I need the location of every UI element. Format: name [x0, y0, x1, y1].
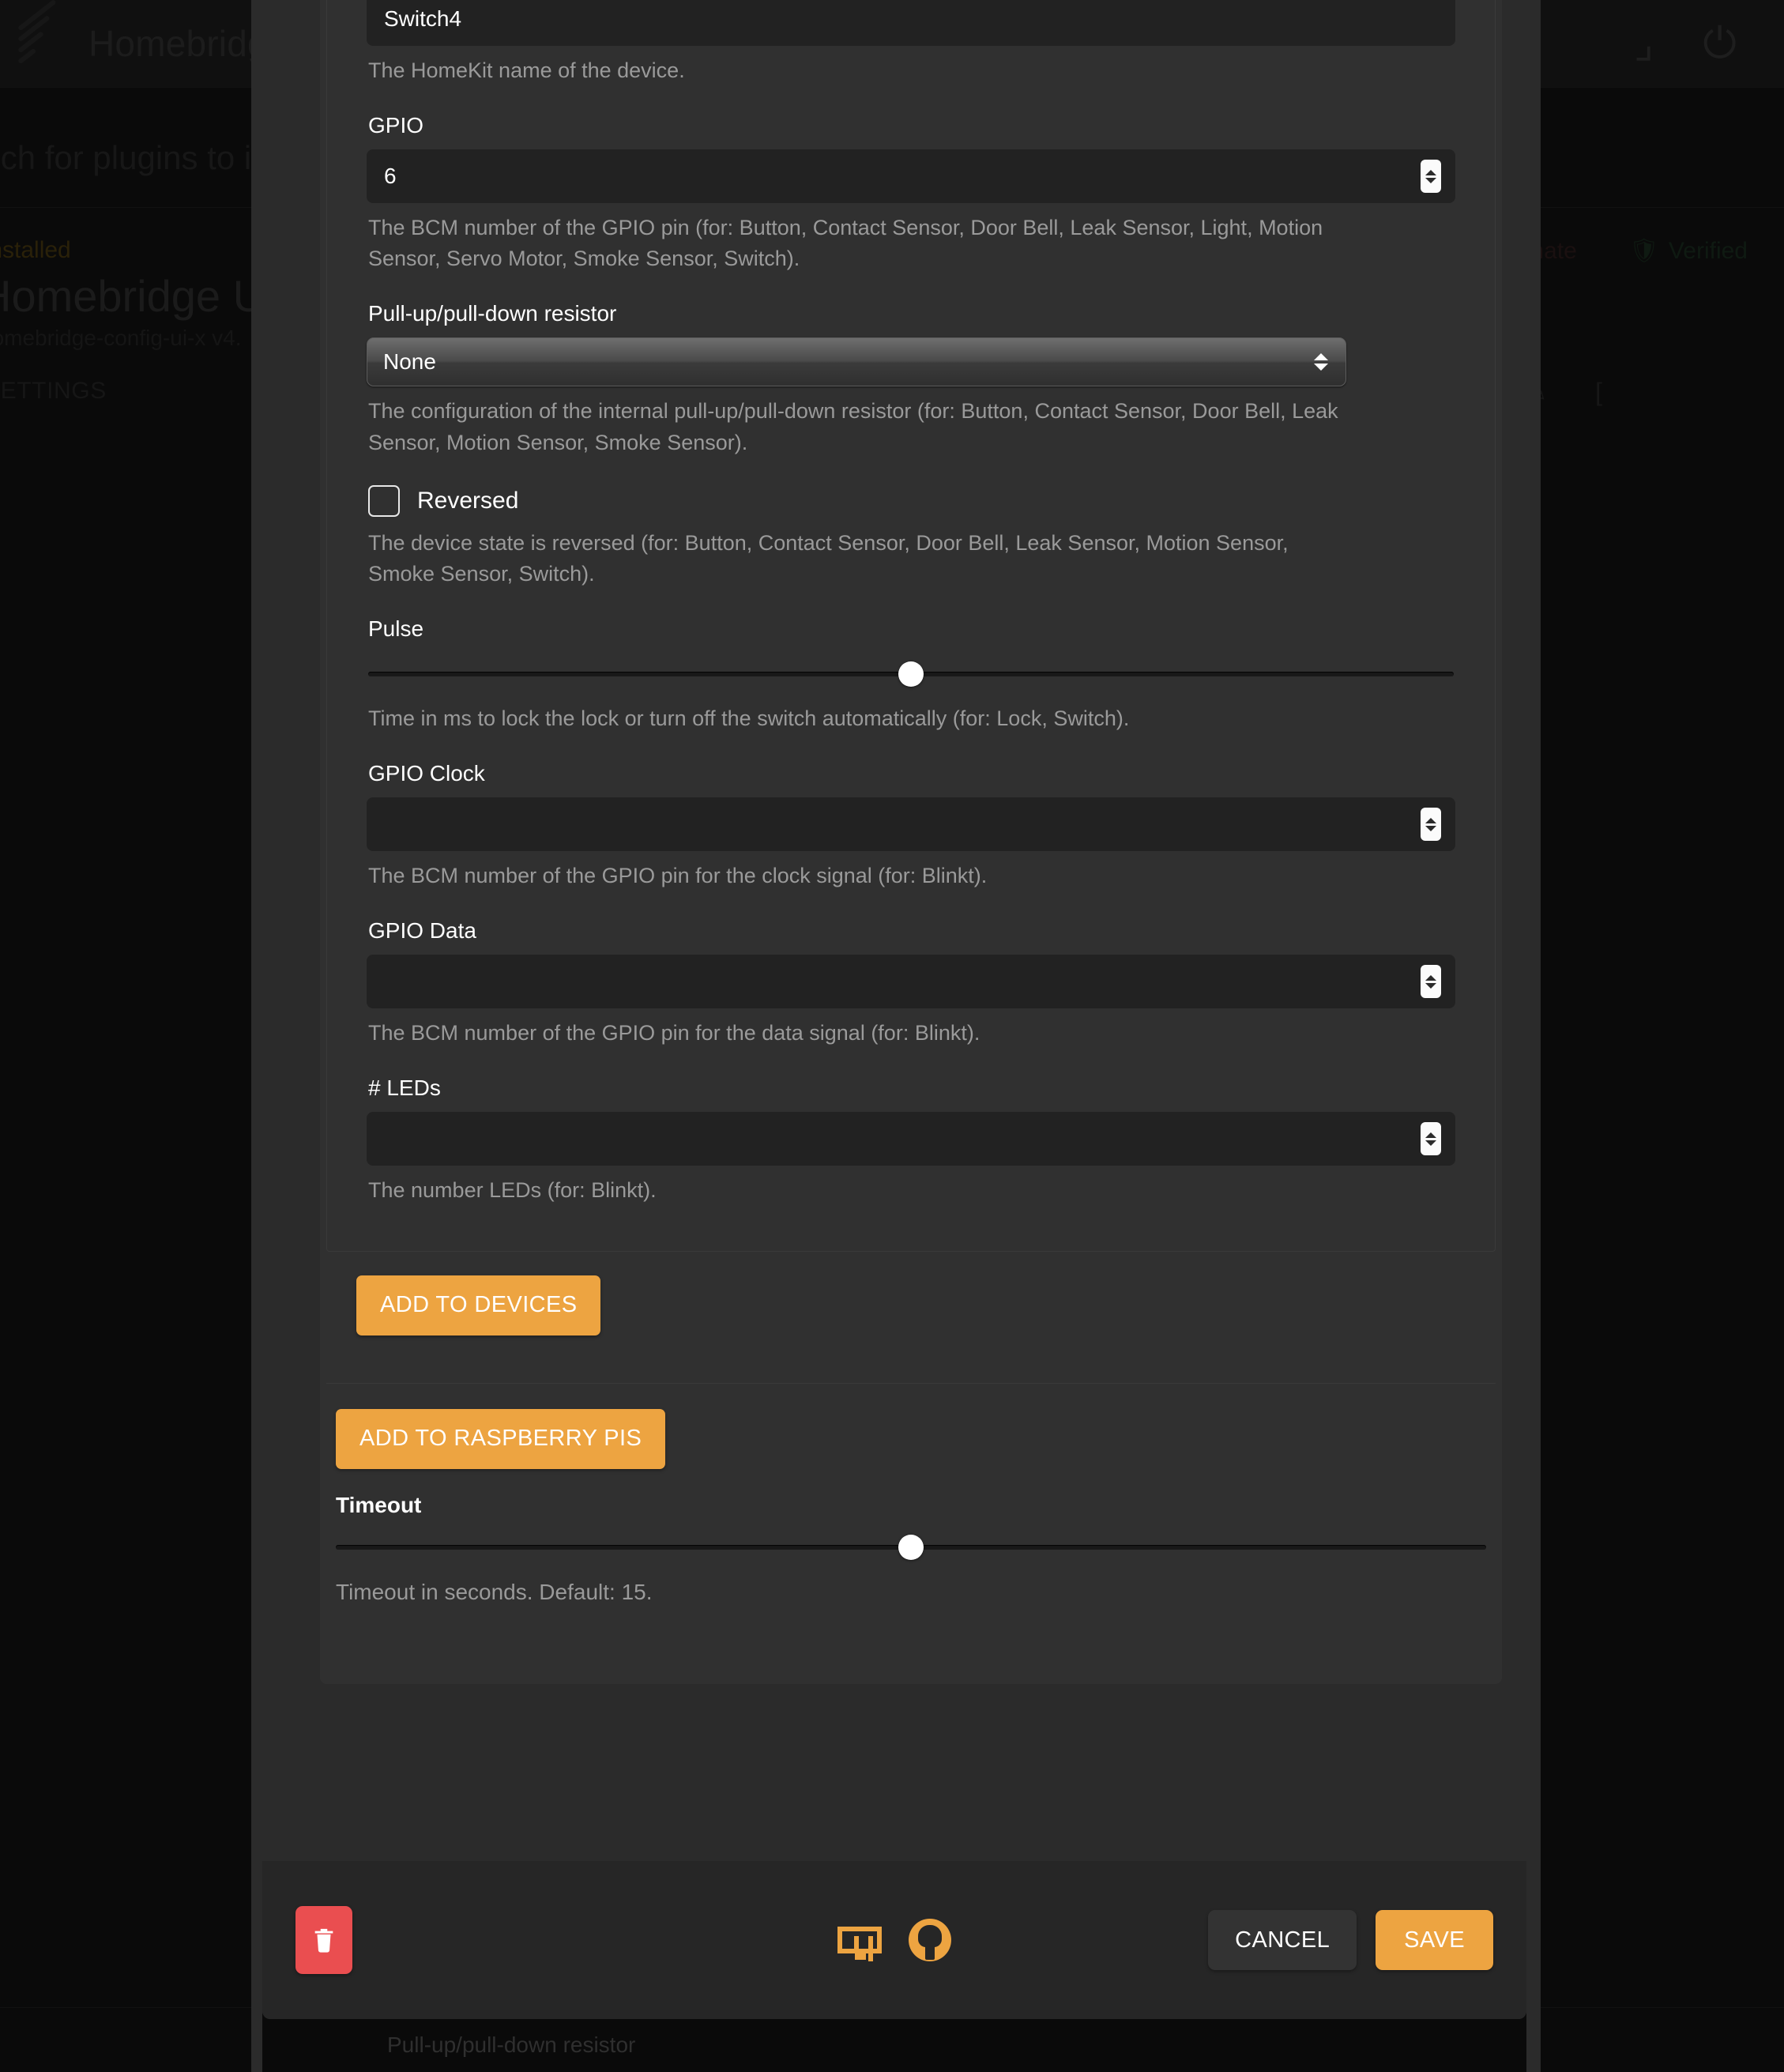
gpio-clock-label: GPIO Clock — [368, 761, 1455, 786]
background-verified-badge: 🛡 Verified — [1629, 237, 1748, 265]
reversed-help-text: The device state is reversed (for: Butto… — [368, 528, 1352, 590]
name-help-text: The HomeKit name of the device. — [368, 55, 1352, 86]
add-to-devices-row: ADD TO DEVICES — [320, 1252, 1502, 1335]
gpio-input[interactable]: 6 — [367, 149, 1455, 203]
timeout-slider[interactable] — [334, 1526, 1488, 1567]
pulse-label: Pulse — [368, 616, 1455, 642]
npm-logo-icon[interactable] — [837, 1927, 882, 1953]
pulse-slider-thumb[interactable] — [898, 661, 924, 687]
config-form-card: Switch4 The HomeKit name of the device. … — [320, 0, 1502, 1684]
modal-footer: CANCEL SAVE — [262, 1861, 1526, 2019]
timeout-slider-track[interactable] — [336, 1545, 1486, 1550]
timeout-slider-thumb[interactable] — [898, 1535, 924, 1560]
modal-scroll-column[interactable]: Switch4 The HomeKit name of the device. … — [288, 0, 1500, 1861]
add-to-devices-button[interactable]: ADD TO DEVICES — [356, 1275, 600, 1335]
gpio-clock-stepper-icon[interactable] — [1421, 808, 1441, 841]
timeout-label: Timeout — [336, 1493, 1488, 1518]
leds-stepper-icon[interactable] — [1421, 1122, 1441, 1155]
pulse-slider[interactable] — [367, 653, 1455, 694]
modal-left-rail — [251, 0, 262, 2072]
leds-help-text: The number LEDs (for: Blinkt). — [368, 1175, 1352, 1206]
footer-links — [837, 1919, 951, 1961]
field-gpio-clock: GPIO Clock The BCM number of the GPIO pi… — [337, 761, 1485, 891]
modal-right-rail — [1526, 0, 1541, 2072]
plugin-config-modal: Switch4 The HomeKit name of the device. … — [262, 0, 1526, 2019]
timeout-help-text: Timeout in seconds. Default: 15. — [336, 1580, 1488, 1605]
field-gpio: GPIO 6 The BCM number of the GPIO pin (f… — [337, 113, 1485, 274]
reversed-checkbox-row[interactable]: Reversed — [368, 485, 1455, 517]
device-config-panel: Switch4 The HomeKit name of the device. … — [326, 0, 1496, 1252]
resistor-label: Pull-up/pull-down resistor — [368, 301, 1455, 326]
gpio-clock-input[interactable] — [367, 797, 1455, 851]
pulse-wave-icon: ⌟ — [1634, 22, 1654, 65]
name-input[interactable]: Switch4 — [367, 0, 1455, 46]
gpio-data-input[interactable] — [367, 955, 1455, 1008]
field-timeout: Timeout Timeout in seconds. Default: 15. — [320, 1493, 1502, 1605]
gpio-data-label: GPIO Data — [368, 918, 1455, 944]
gpio-stepper-icon[interactable] — [1421, 160, 1441, 193]
gpio-label: GPIO — [368, 113, 1455, 138]
resistor-help-text: The configuration of the internal pull-u… — [368, 396, 1352, 458]
resistor-selected-value: None — [383, 349, 436, 375]
field-reversed: Reversed The device state is reversed (f… — [337, 485, 1485, 590]
shield-icon: 🛡 — [1629, 237, 1659, 265]
chevron-updown-icon — [1314, 353, 1328, 371]
background-plugin-name: Homebridge UI — [0, 270, 277, 322]
resistor-select[interactable]: None — [367, 337, 1346, 386]
gpio-data-stepper-icon[interactable] — [1421, 965, 1441, 998]
field-leds: # LEDs The number LEDs (for: Blinkt). — [337, 1076, 1485, 1206]
reversed-checkbox[interactable] — [368, 485, 400, 517]
background-settings-link: SETTINGS — [0, 378, 107, 405]
field-gpio-data: GPIO Data The BCM number of the GPIO pin… — [337, 918, 1485, 1049]
gpio-input-value: 6 — [384, 164, 397, 189]
delete-button[interactable] — [295, 1906, 352, 1974]
field-resistor: Pull-up/pull-down resistor None The conf… — [337, 301, 1485, 458]
trash-icon — [311, 1924, 337, 1956]
background-topbar-icons: ⌟ ⏻ — [1634, 0, 1737, 87]
field-pulse: Pulse Time in ms to lock the lock or tur… — [337, 616, 1485, 734]
cancel-button[interactable]: CANCEL — [1208, 1910, 1357, 1970]
field-name: Switch4 The HomeKit name of the device. — [337, 0, 1485, 86]
add-to-raspberry-pis-row: ADD TO RASPBERRY PIS — [320, 1384, 1502, 1469]
background-plugin-version: homebridge-config-ui-x v4. — [0, 326, 242, 351]
pulse-help-text: Time in ms to lock the lock or turn off … — [368, 703, 1352, 734]
gpio-help-text: The BCM number of the GPIO pin (for: But… — [368, 213, 1352, 274]
leds-input[interactable] — [367, 1112, 1455, 1166]
save-button[interactable]: SAVE — [1376, 1910, 1493, 1970]
code-brackets-icon: [ — [1595, 378, 1602, 407]
background-verified-label: Verified — [1669, 238, 1748, 265]
reversed-label: Reversed — [417, 488, 518, 514]
power-icon: ⏻ — [1703, 22, 1737, 65]
footer-actions: CANCEL SAVE — [1208, 1910, 1493, 1970]
pulse-slider-track[interactable] — [368, 672, 1454, 676]
gpio-clock-help-text: The BCM number of the GPIO pin for the c… — [368, 861, 1352, 891]
background-bottom-field-label: Pull-up/pull-down resistor — [387, 2032, 635, 2058]
homebridge-logo-icon — [17, 19, 66, 68]
background-installed-badge: Installed — [0, 237, 71, 264]
github-logo-icon[interactable] — [909, 1919, 951, 1961]
modal-body[interactable]: Switch4 The HomeKit name of the device. … — [262, 0, 1526, 1861]
leds-label: # LEDs — [368, 1076, 1455, 1101]
gpio-data-help-text: The BCM number of the GPIO pin for the d… — [368, 1018, 1352, 1049]
add-to-raspberry-pis-button[interactable]: ADD TO RASPBERRY PIS — [336, 1409, 665, 1469]
